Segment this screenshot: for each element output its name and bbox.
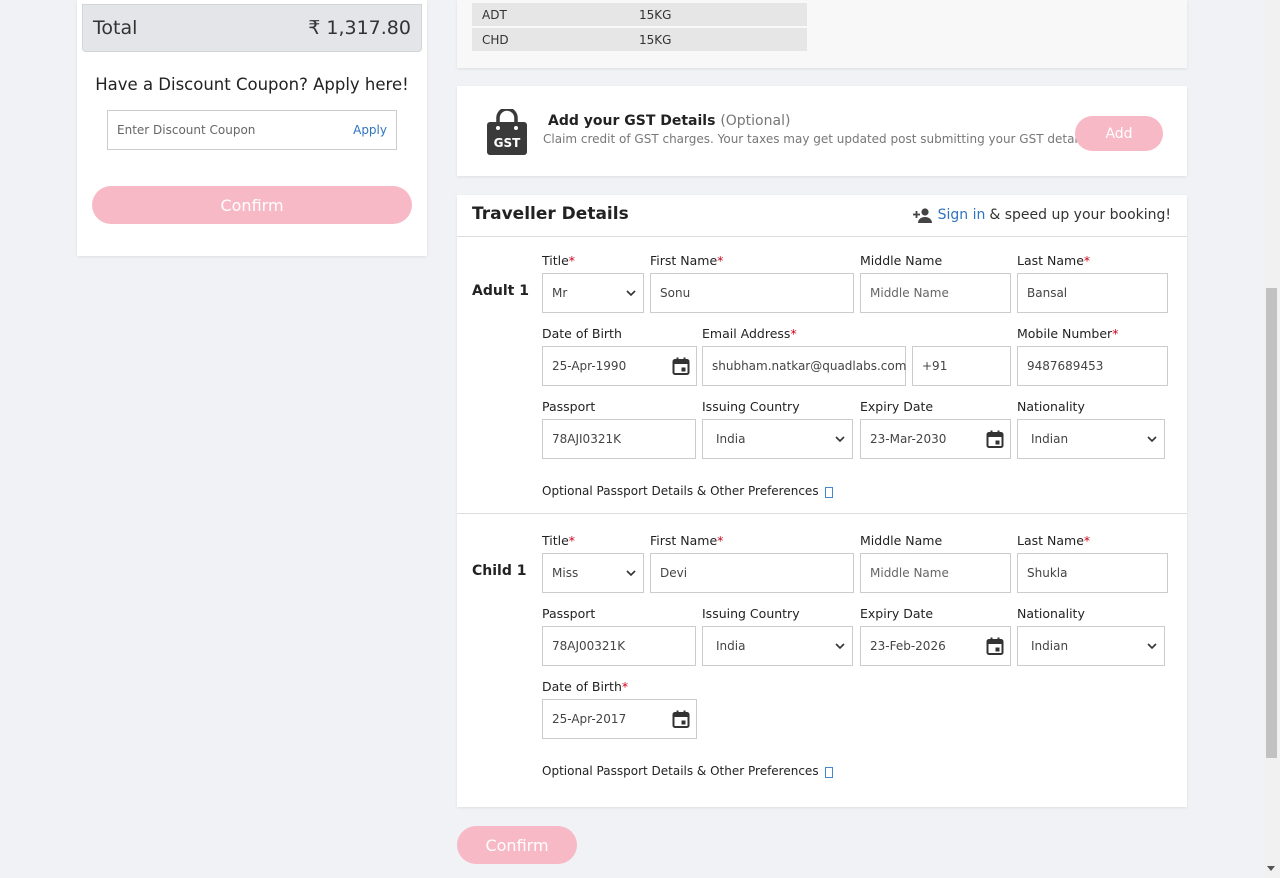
adult-issuing-country-select[interactable]: India — [702, 419, 853, 459]
coupon-title: Have a Discount Coupon? Apply here! — [95, 75, 409, 94]
email-label: Email Address* — [702, 326, 797, 341]
expiry-label: Expiry Date — [860, 399, 934, 414]
child-dob-input[interactable]: 25-Apr-2017 — [542, 699, 697, 739]
signin-prompt: Sign in & speed up your booking! — [912, 207, 1171, 223]
coupon-input[interactable] — [117, 123, 317, 137]
chevron-down-icon — [1147, 436, 1157, 443]
calendar-icon[interactable] — [672, 710, 690, 728]
baggage-card: ADT 15KG CHD 15KG — [457, 0, 1187, 68]
adult-country-code-input[interactable]: +91 — [912, 346, 1011, 386]
adult-nationality-select[interactable]: Indian — [1017, 419, 1165, 459]
adult-first-name-input[interactable]: Sonu — [650, 273, 854, 313]
mobile-label: Mobile Number* — [1017, 326, 1119, 341]
adult-dob-input[interactable]: 25-Apr-1990 — [542, 346, 697, 386]
calendar-icon[interactable] — [986, 637, 1004, 655]
baggage-allowance: 15KG — [639, 7, 672, 22]
child-label: Child 1 — [472, 563, 527, 579]
gst-icon-text: GST — [494, 136, 521, 150]
baggage-pax-type: CHD — [482, 32, 509, 47]
gst-card: GST Add your GST Details (Optional) Clai… — [457, 86, 1187, 176]
gst-title-text: Add your GST Details — [548, 113, 716, 129]
page-scrollbar[interactable] — [1263, 0, 1280, 878]
coupon-box: Apply — [107, 110, 397, 150]
expand-box-icon — [824, 767, 833, 778]
child-nationality-select[interactable]: Indian — [1017, 626, 1165, 666]
gst-add-button[interactable]: Add — [1075, 116, 1163, 151]
adult-email-input[interactable]: shubham.natkar@quadlabs.com — [702, 346, 906, 386]
summary-confirm-button[interactable]: Confirm — [92, 186, 412, 224]
gst-bag-icon: GST — [487, 109, 527, 155]
chevron-down-icon — [835, 643, 845, 650]
calendar-icon[interactable] — [672, 357, 690, 375]
issuing-country-label: Issuing Country — [702, 606, 800, 621]
total-label: Total — [93, 17, 138, 39]
chevron-down-icon — [1147, 643, 1157, 650]
adult-middle-name-input[interactable]: Middle Name — [860, 273, 1011, 313]
adult-last-name-input[interactable]: Bansal — [1017, 273, 1168, 313]
child-last-name-input[interactable]: Shukla — [1017, 553, 1168, 593]
section-divider — [457, 513, 1187, 514]
scrollbar-thumb[interactable] — [1266, 288, 1277, 758]
nationality-label: Nationality — [1017, 606, 1085, 621]
chevron-down-icon — [835, 436, 845, 443]
last-name-label: Last Name* — [1017, 533, 1091, 548]
gst-title: Add your GST Details (Optional) — [548, 113, 790, 129]
add-person-icon — [912, 208, 932, 223]
chevron-down-icon — [626, 290, 636, 297]
adult-mobile-input[interactable]: 9487689453 — [1017, 346, 1168, 386]
child-issuing-country-select[interactable]: India — [702, 626, 853, 666]
adult-passport-input[interactable]: 78AJI0321K — [542, 419, 696, 459]
last-name-label: Last Name* — [1017, 253, 1091, 268]
expand-box-icon — [824, 487, 833, 498]
nationality-label: Nationality — [1017, 399, 1085, 414]
first-name-label: First Name* — [650, 253, 724, 268]
adult-optional-prefs-toggle[interactable]: Optional Passport Details & Other Prefer… — [542, 484, 833, 498]
chevron-down-icon — [626, 570, 636, 577]
issuing-country-label: Issuing Country — [702, 399, 800, 414]
expiry-label: Expiry Date — [860, 606, 934, 621]
gst-subtitle: Claim credit of GST charges. Your taxes … — [543, 132, 1092, 146]
calendar-icon[interactable] — [986, 430, 1004, 448]
gst-optional-text: (Optional) — [720, 113, 791, 129]
title-label: Title* — [542, 253, 576, 268]
child-middle-name-input[interactable]: Middle Name — [860, 553, 1011, 593]
dob-label: Date of Birth* — [542, 679, 629, 694]
confirm-button[interactable]: Confirm — [457, 826, 577, 864]
child-title-select[interactable]: Miss — [542, 553, 644, 593]
adult-expiry-input[interactable]: 23-Mar-2030 — [860, 419, 1011, 459]
baggage-row: ADT 15KG — [472, 3, 807, 26]
traveller-details-card: Traveller Details Sign in & speed up you… — [457, 195, 1187, 807]
traveller-title: Traveller Details — [472, 204, 629, 224]
signin-rest-text: & speed up your booking! — [989, 207, 1171, 223]
child-expiry-input[interactable]: 23-Feb-2026 — [860, 626, 1011, 666]
child-first-name-input[interactable]: Devi — [650, 553, 854, 593]
title-label: Title* — [542, 533, 576, 548]
dob-label: Date of Birth — [542, 326, 622, 341]
first-name-label: First Name* — [650, 533, 724, 548]
child-passport-input[interactable]: 78AJ00321K — [542, 626, 696, 666]
traveller-header: Traveller Details Sign in & speed up you… — [457, 195, 1187, 237]
baggage-row: CHD 15KG — [472, 28, 807, 51]
total-value: ₹ 1,317.80 — [308, 17, 411, 39]
child-optional-prefs-toggle[interactable]: Optional Passport Details & Other Prefer… — [542, 764, 833, 778]
middle-name-label: Middle Name — [860, 533, 943, 548]
signin-link[interactable]: Sign in — [938, 207, 986, 223]
passport-label: Passport — [542, 399, 596, 414]
apply-coupon-link[interactable]: Apply — [353, 123, 387, 137]
baggage-pax-type: ADT — [482, 7, 507, 22]
adult-label: Adult 1 — [472, 283, 529, 299]
fare-summary-card: Total ₹ 1,317.80 Have a Discount Coupon?… — [77, 0, 427, 256]
passport-label: Passport — [542, 606, 596, 621]
scroll-down-arrow-icon[interactable] — [1267, 866, 1275, 871]
adult-title-select[interactable]: Mr — [542, 273, 644, 313]
total-row: Total ₹ 1,317.80 — [82, 4, 422, 52]
middle-name-label: Middle Name — [860, 253, 943, 268]
baggage-allowance: 15KG — [639, 32, 672, 47]
